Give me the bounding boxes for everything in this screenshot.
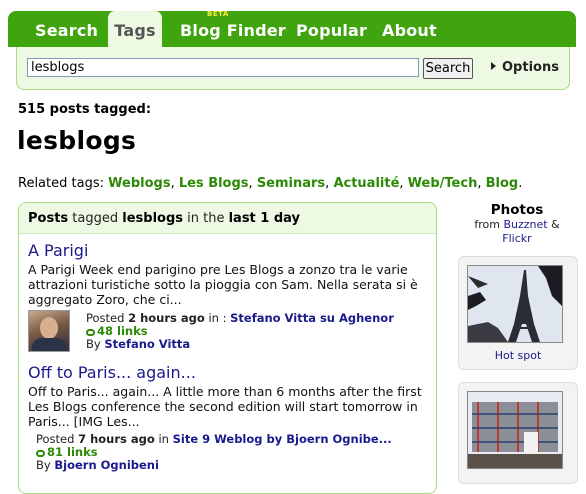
posts-header: Posts tagged lesblogs in the last 1 day: [19, 203, 436, 234]
tab-tags[interactable]: Tags: [108, 11, 162, 47]
tab-popular[interactable]: Popular: [296, 11, 367, 47]
post-item: A Parigi A Parigi Week end parigino pre …: [28, 241, 428, 354]
photos-source: from Buzznet & Flickr: [458, 218, 576, 246]
photo-caption-link[interactable]: Hot spot: [459, 349, 577, 362]
links-count[interactable]: 48 links: [86, 324, 148, 338]
posted-label: Posted: [86, 311, 125, 325]
options-toggle[interactable]: Options: [491, 60, 559, 75]
photos-amp: &: [551, 218, 560, 231]
post-title-link[interactable]: Off to Paris... again...: [28, 363, 428, 382]
links-label: 81 links: [47, 445, 98, 459]
links-count[interactable]: 81 links: [36, 445, 98, 459]
link-icon: [86, 329, 95, 336]
posts-header-label: Posts: [28, 211, 69, 226]
posted-label: Posted: [36, 432, 75, 446]
posts-header-tag: lesblogs: [122, 211, 183, 226]
posts-panel: Posts tagged lesblogs in the last 1 day …: [18, 202, 437, 494]
post-item: Off to Paris... again... Off to Paris...…: [28, 363, 428, 472]
photo-thumbnail[interactable]: [467, 391, 563, 469]
search-button[interactable]: Search: [423, 58, 473, 79]
top-nav: Search Tags BETA Blog Finder Popular Abo…: [8, 10, 576, 47]
post-age: 7 hours ago: [78, 432, 155, 446]
author-avatar[interactable]: [28, 310, 70, 352]
links-label: 48 links: [97, 324, 148, 338]
related-tag-link[interactable]: Seminars: [257, 176, 325, 191]
source-blog-link[interactable]: Site 9 Weblog by Bjoern Ognibe...: [173, 432, 392, 446]
photo-caption: Hot spot: [494, 349, 542, 362]
photo-card: Hot spot: [458, 256, 578, 370]
page-title: lesblogs: [17, 126, 137, 155]
source-blog-link[interactable]: Stefano Vitta su Aghenor: [230, 311, 394, 325]
post-age: 2 hours ago: [128, 311, 205, 325]
by-label: By: [86, 337, 101, 351]
post-excerpt: Off to Paris... again... A little more t…: [28, 384, 422, 429]
photo-thumbnail[interactable]: [467, 265, 563, 343]
related-tags-label: Related tags:: [18, 176, 104, 191]
options-label: Options: [502, 60, 559, 75]
photos-from-label: from: [474, 218, 500, 231]
tab-blog-finder[interactable]: BETA Blog Finder: [180, 10, 286, 47]
post-count: 515 posts tagged:: [18, 102, 152, 117]
related-tag-link[interactable]: Blog: [486, 176, 519, 191]
posts-header-text: tagged: [68, 211, 123, 226]
author-link[interactable]: Bjoern Ognibeni: [54, 458, 159, 472]
post-excerpt: A Parigi Week end parigino pre Les Blogs…: [28, 262, 418, 307]
buzznet-link[interactable]: Buzznet: [503, 218, 547, 231]
post-meta: Posted 7 hours ago in Site 9 Weblog by B…: [28, 433, 428, 472]
beta-badge: BETA: [207, 10, 229, 18]
in-label: in: [154, 432, 173, 446]
search-panel: lesblogs Search Options: [16, 47, 570, 90]
post-meta: Posted 2 hours ago in : Stefano Vitta su…: [86, 312, 394, 351]
in-label: in :: [204, 311, 231, 325]
triangle-right-icon: [491, 62, 496, 70]
related-tag-link[interactable]: Les Blogs: [179, 176, 249, 191]
posts-header-range: last 1 day: [228, 211, 301, 226]
related-tags: Related tags: Weblogs, Les Blogs, Semina…: [18, 176, 523, 191]
tab-about[interactable]: About: [382, 11, 437, 47]
related-tag-link[interactable]: Actualité: [333, 176, 399, 191]
link-icon: [36, 450, 45, 457]
author-link[interactable]: Stefano Vitta: [104, 337, 190, 351]
by-label: By: [36, 458, 51, 472]
related-tag-link[interactable]: Web/Tech: [408, 176, 478, 191]
flickr-link[interactable]: Flickr: [502, 232, 531, 245]
tab-search[interactable]: Search: [35, 11, 98, 47]
search-input[interactable]: lesblogs: [27, 58, 419, 77]
posts-header-text: in the: [183, 211, 229, 226]
post-title-link[interactable]: A Parigi: [28, 241, 428, 260]
tab-blog-finder-label: Blog Finder: [180, 21, 286, 40]
photo-card: [458, 382, 578, 484]
related-tag-link[interactable]: Weblogs: [108, 176, 170, 191]
photos-title: Photos: [490, 202, 544, 218]
